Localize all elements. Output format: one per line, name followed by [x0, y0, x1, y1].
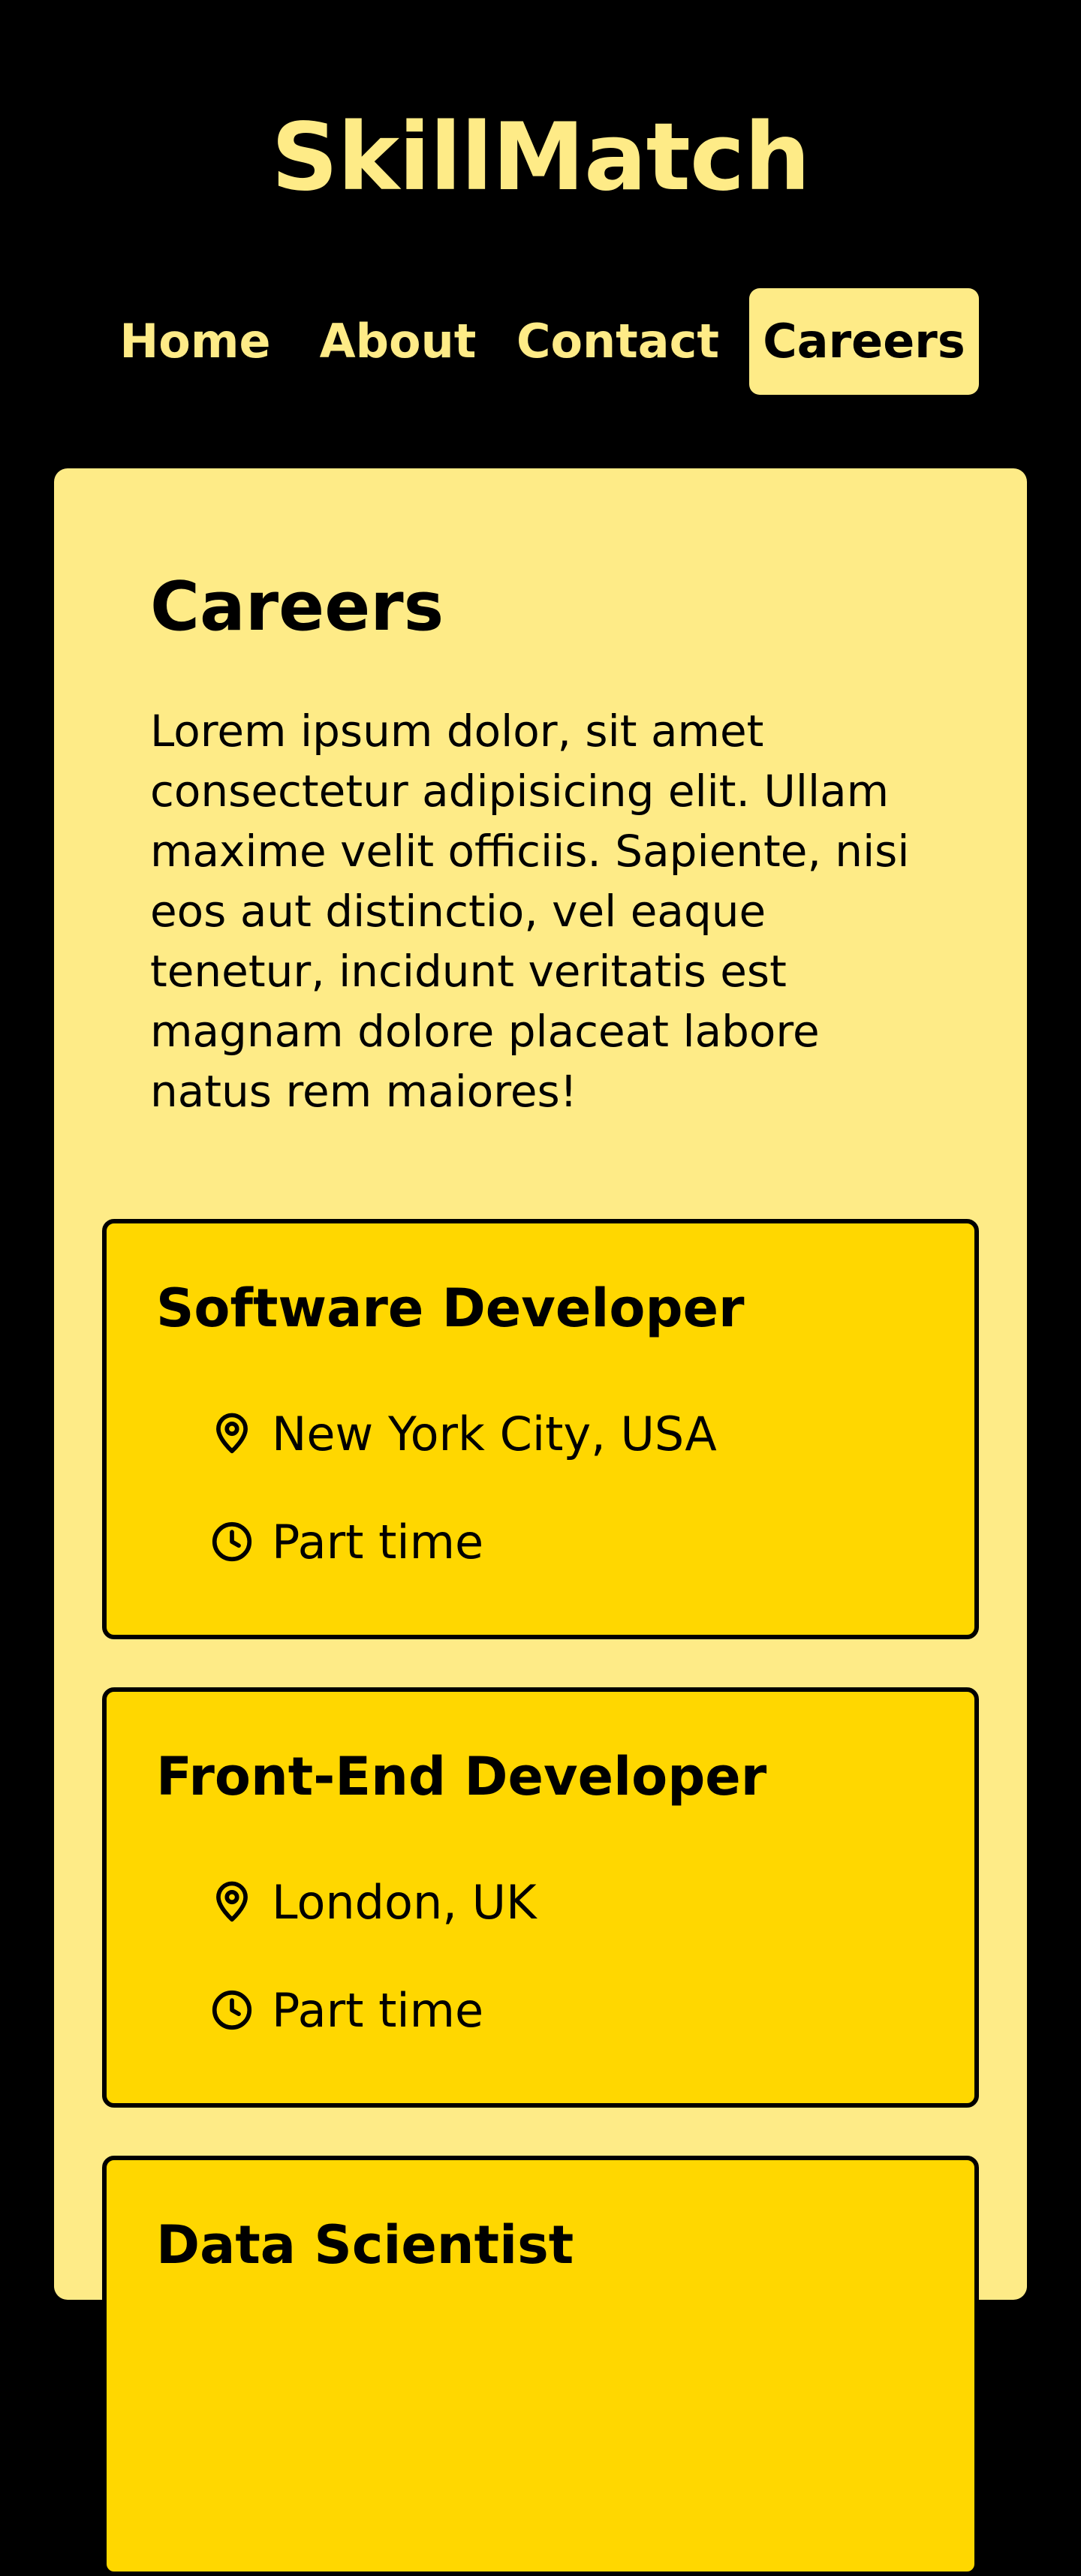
clock-icon [212, 1521, 252, 1562]
careers-panel: Careers Lorem ipsum dolor, sit amet cons… [54, 468, 1027, 2576]
job-card[interactable]: Data Scientist [102, 2156, 979, 2576]
job-type-text: Part time [272, 1514, 484, 1569]
nav-item-contact[interactable]: Contact [509, 288, 727, 395]
job-type-text: Part time [272, 1982, 484, 2038]
job-card[interactable]: Software Developer New York City, USA Pa… [102, 1219, 979, 1639]
clock-icon [212, 1990, 252, 2030]
main-nav: Home About Contact Careers [0, 288, 1081, 395]
job-title: Data Scientist [156, 2214, 574, 2276]
job-title: Front-End Developer [156, 1746, 767, 1807]
job-card[interactable]: Front-End Developer London, UK Part time [102, 1687, 979, 2108]
job-location: New York City, USA [209, 1404, 717, 1464]
job-location: London, UK [209, 1872, 537, 1932]
page-title: Careers [150, 567, 444, 646]
job-type: Part time [209, 1980, 483, 2040]
nav-item-careers[interactable]: Careers [749, 288, 979, 395]
careers-description: Lorem ipsum dolor, sit amet consectetur … [150, 706, 910, 1117]
brand-logo: SkillMatch [271, 104, 810, 212]
nav-item-about[interactable]: About [306, 288, 489, 395]
job-location-text: New York City, USA [272, 1406, 717, 1461]
job-type: Part time [209, 1512, 483, 1572]
map-pin-icon [216, 1881, 248, 1922]
job-location-text: London, UK [272, 1874, 537, 1930]
nav-item-home[interactable]: Home [105, 288, 285, 395]
job-title: Software Developer [156, 1277, 745, 1339]
map-pin-icon [216, 1413, 248, 1454]
